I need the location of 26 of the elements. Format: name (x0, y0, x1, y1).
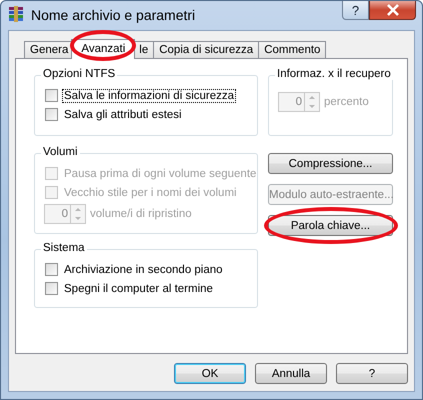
unit-label: percento (324, 96, 369, 108)
checkbox[interactable] (45, 108, 58, 121)
unit-label: volume/i di ripristino (90, 208, 192, 220)
tab[interactable]: Copia di sicurezza (153, 41, 260, 58)
dialog-button[interactable]: Annulla (255, 363, 327, 384)
group-title: Volumi (41, 146, 80, 158)
window-title: Nome archivio e parametri (31, 7, 196, 23)
group-title: Opzioni NTFS (41, 68, 118, 80)
group-title: Informaz. x il recupero (275, 68, 393, 80)
checkbox[interactable] (45, 282, 58, 295)
close-icon (386, 4, 400, 16)
group-title: Sistema (41, 242, 87, 254)
checkbox[interactable] (45, 89, 58, 102)
close-button[interactable] (369, 1, 416, 20)
checkbox-label[interactable]: Salva gli attributi estesi (62, 108, 184, 122)
checkbox-label[interactable]: Archiviazione in secondo piano (62, 262, 225, 276)
checkbox[interactable] (45, 263, 58, 276)
checkbox-label[interactable]: Spegni il computer al termine (62, 282, 215, 296)
checkbox-label[interactable]: Salva le informazioni di sicurezza (62, 88, 236, 102)
archive-icon (8, 6, 24, 22)
action-button[interactable]: Parola chiave... (268, 215, 393, 236)
help-button[interactable]: ? (342, 1, 369, 20)
dialog-button[interactable]: ? (336, 363, 408, 384)
tab[interactable]: Commento (258, 41, 326, 58)
action-button[interactable]: Compressione... (268, 153, 393, 174)
dialog-button[interactable]: OK (174, 363, 246, 384)
